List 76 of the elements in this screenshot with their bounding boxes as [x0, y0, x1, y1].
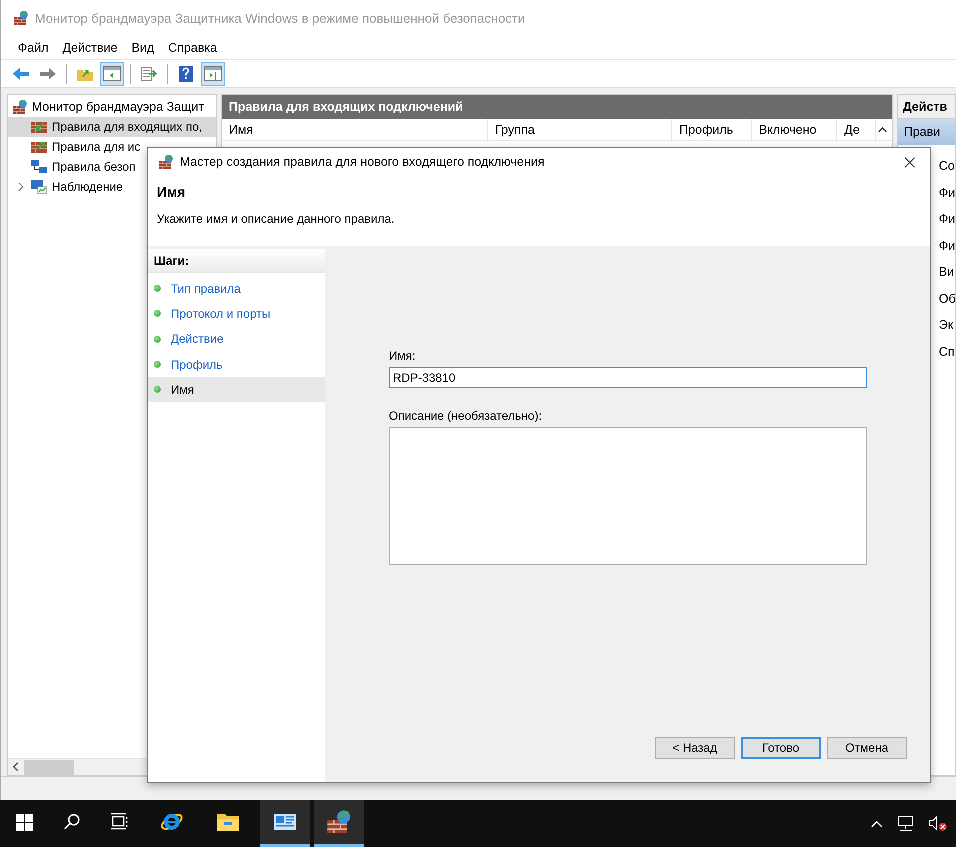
action-item[interactable]: Фи: [939, 180, 955, 206]
forward-arrow-icon: [39, 66, 57, 80]
help-icon: [178, 64, 194, 82]
menu-item[interactable]: Вид: [124, 40, 162, 54]
dialog-button[interactable]: Отмена: [827, 737, 907, 759]
computers-icon: [30, 159, 48, 175]
menu-item[interactable]: Справка: [161, 40, 224, 54]
wall-arrow-icon: [30, 139, 48, 155]
wizard-step[interactable]: Тип правила: [148, 276, 325, 302]
field-label: Описание (необязательно):: [389, 409, 544, 423]
wizard-step[interactable]: Профиль: [148, 352, 325, 378]
status-dot: [154, 361, 161, 368]
description-input[interactable]: [389, 427, 867, 565]
expand-chevron-icon[interactable]: [16, 182, 26, 192]
panel-title: Правила для входящих подключений: [222, 95, 892, 119]
windows-logo-icon: [16, 814, 32, 830]
column-header[interactable]: Группа: [488, 119, 672, 140]
search-icon: [63, 813, 81, 831]
tree-item[interactable]: Правила безоп: [8, 157, 136, 177]
taskbar-button[interactable]: [260, 800, 310, 847]
action-item[interactable]: Ви: [939, 259, 954, 286]
export-list-icon: [140, 66, 158, 82]
action-item[interactable]: Фи: [939, 206, 955, 232]
status-dot: [154, 285, 161, 292]
dashboard-icon: [273, 812, 297, 832]
column-header[interactable]: Профиль: [672, 119, 752, 140]
dialog-button[interactable]: Готово: [741, 737, 821, 759]
back-arrow-icon: [12, 66, 30, 80]
taskbar-button[interactable]: [314, 800, 364, 847]
firewall-icon: [158, 154, 174, 170]
action-item[interactable]: Со: [939, 153, 955, 180]
status-dot: [154, 310, 161, 318]
status-dot: [154, 336, 161, 343]
wall-arrow-icon: [30, 119, 48, 135]
menu-item[interactable]: Действие: [56, 40, 125, 54]
task-view-icon: [110, 813, 130, 831]
scroll-left-icon[interactable]: [12, 762, 20, 772]
page-heading: Имя: [157, 184, 187, 200]
column-header[interactable]: Включено: [752, 119, 838, 140]
menu-item[interactable]: Файл: [11, 40, 56, 54]
action-item[interactable]: Фи: [939, 232, 955, 259]
toolbar-button[interactable]: [100, 62, 124, 86]
wizard-step[interactable]: Имя: [148, 377, 325, 402]
close-button[interactable]: ×: [890, 148, 930, 176]
network-icon[interactable]: [896, 814, 916, 832]
chevron-up-icon[interactable]: [870, 818, 884, 828]
tree-item[interactable]: Монитор брандмауэра Защит: [32, 100, 204, 114]
column-header[interactable]: Имя: [222, 119, 488, 140]
window-title: Монитор брандмауэра Защитника Windows в режиме повышенной безопасности: [35, 10, 526, 26]
scrollbar-thumb[interactable]: [24, 760, 74, 774]
wizard-step[interactable]: Действие: [148, 326, 325, 352]
column-header[interactable]: Де: [837, 119, 876, 140]
panel-title: Действ: [898, 95, 955, 119]
page-subtitle: Укажите имя и описание данного правила.: [157, 212, 396, 226]
action-item[interactable]: Сп: [939, 338, 955, 365]
dialog-button[interactable]: < Назад: [655, 737, 735, 759]
volume-muted-icon[interactable]: [928, 814, 948, 832]
tree-item[interactable]: Правила для ис: [8, 137, 141, 157]
pane-icon: [103, 66, 121, 81]
name-input[interactable]: RDP-33810: [389, 367, 867, 388]
monitor-icon: [30, 179, 48, 195]
field-label: Имя:: [389, 349, 417, 363]
action-item[interactable]: Эк: [939, 312, 954, 338]
firewall-icon: [13, 10, 29, 26]
pane-icon: [204, 66, 222, 81]
folder-icon: [216, 812, 240, 832]
dialog-title: Мастер создания правила для нового входящего подключения: [180, 155, 545, 169]
tree-item[interactable]: Наблюдение: [8, 177, 124, 197]
tree-item[interactable]: Правила для входящих по,: [8, 117, 216, 137]
action-item[interactable]: Об: [939, 286, 955, 312]
toolbar-button[interactable]: [201, 62, 225, 86]
firewall-icon: [326, 809, 352, 835]
status-dot: [154, 386, 161, 394]
wizard-step[interactable]: Протокол и порты: [148, 301, 325, 327]
firewall-icon: [12, 99, 28, 115]
actions-section[interactable]: Прави: [898, 119, 955, 145]
